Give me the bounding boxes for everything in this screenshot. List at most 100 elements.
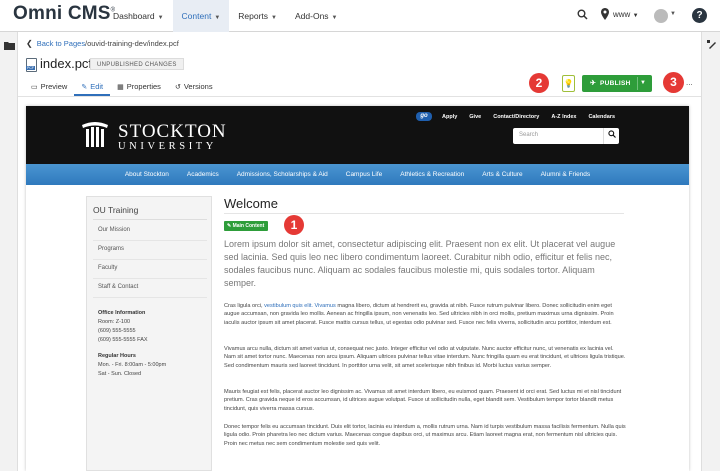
office-fax: (609) 555-5555 FAX <box>98 337 148 343</box>
top-navbar: Omni CMS® Dashboard ▼ Content ▼ Reports ▼ A… <box>0 0 720 32</box>
heading-divider <box>224 213 624 214</box>
chevron-down-icon: ▼ <box>214 15 221 21</box>
hours-title: Regular Hours <box>98 353 136 359</box>
chevron-left-icon: ❮ <box>26 39 33 48</box>
help-button[interactable]: ? <box>692 8 707 23</box>
site-selector[interactable]: www ▼ <box>613 10 639 19</box>
monitor-icon: ▭ <box>31 84 38 91</box>
callout-marker-2: 2 <box>529 73 549 93</box>
site-nav-alumni[interactable]: Alumni & Friends <box>541 171 591 178</box>
office-phone: (609) 555-5555 <box>98 328 136 334</box>
site-search-input[interactable]: Search <box>513 128 619 144</box>
publish-divider <box>637 77 638 90</box>
search-icon[interactable] <box>603 128 619 144</box>
paragraph-2: Vivamus arcu nulla, dictum sit amet vari… <box>224 346 626 369</box>
publish-label: PUBLISH <box>600 80 631 87</box>
site-main-nav: About Stockton Academics Admissions, Sch… <box>26 164 689 185</box>
nav-content[interactable]: Content ▼ <box>172 0 230 32</box>
sidebar-divider <box>93 219 207 220</box>
page-preview-frame: STOCKTON UNIVERSITY go Apply Give Contac… <box>26 106 689 471</box>
avatar[interactable] <box>654 9 668 23</box>
tab-edit[interactable]: ✎ Edit <box>74 80 111 96</box>
gadgets-icon[interactable] <box>705 40 719 54</box>
pcf-file-icon: PCF <box>26 58 37 72</box>
site-nav-campus-life[interactable]: Campus Life <box>346 171 383 178</box>
paragraph-3: Mauris feugiat est felis, placerat aucto… <box>224 389 622 412</box>
sidebar-item-programs[interactable]: Programs <box>98 246 124 252</box>
folder-icon[interactable] <box>2 40 16 54</box>
pencil-icon: ✎ <box>81 84 88 91</box>
location-pin-icon <box>601 8 609 23</box>
main-content-edit-button[interactable]: ✎ Main Content <box>224 221 269 231</box>
go-badge[interactable]: go <box>416 112 432 121</box>
site-nav-athletics[interactable]: Athletics & Recreation <box>400 171 464 178</box>
site-nav-arts[interactable]: Arts & Culture <box>482 171 522 178</box>
stockton-tree-icon <box>80 121 110 149</box>
paragraph-1: Cras ligula orci, vestibulum quis elit. … <box>224 303 614 326</box>
page-title: index.pcf <box>40 56 93 71</box>
sidebar-item-staff[interactable]: Staff & Contact <box>98 284 138 290</box>
history-icon: ↺ <box>174 84 181 91</box>
site-subname: UNIVERSITY <box>118 141 217 152</box>
util-link-az-index[interactable]: A-Z Index <box>551 114 576 120</box>
office-room: Room: Z-100 <box>98 319 131 325</box>
search-placeholder: Search <box>519 132 539 138</box>
tab-properties[interactable]: ▦ Properties <box>110 80 168 96</box>
nav-add-ons[interactable]: Add-Ons ▼ <box>286 0 347 32</box>
util-link-calendars[interactable]: Calendars <box>588 114 615 120</box>
site-nav-about[interactable]: About Stockton <box>125 171 169 178</box>
site-name: STOCKTON <box>118 121 227 142</box>
main-nav: Dashboard ▼ Content ▼ Reports ▼ Add-Ons ▼ <box>104 0 347 32</box>
site-header: STOCKTON UNIVERSITY go Apply Give Contac… <box>26 106 689 164</box>
more-options-button[interactable]: ... <box>686 78 693 87</box>
office-info-title: Office Information <box>98 310 146 316</box>
site-nav-admissions[interactable]: Admissions, Scholarships & Aid <box>237 171 328 178</box>
publish-plane-icon: ✈ <box>590 80 596 87</box>
page-tabs: ▭ Preview ✎ Edit ▦ Properties ↺ Versions <box>24 80 220 96</box>
hours-weekday: Mon. - Fri. 8:00am - 5:00pm <box>98 362 167 368</box>
hours-weekend: Sat - Sun. Closed <box>98 371 142 377</box>
lead-paragraph: Lorem ipsum dolor sit amet, consectetur … <box>224 239 616 288</box>
utility-nav: go Apply Give Contact/Directory A-Z Inde… <box>416 112 627 121</box>
util-link-apply[interactable]: Apply <box>442 114 457 120</box>
nav-dashboard[interactable]: Dashboard ▼ <box>104 0 173 32</box>
chevron-down-icon: ▼ <box>632 13 639 19</box>
paragraph-4: Donec tempor felis eu accumsan tincidunt… <box>224 424 626 447</box>
lightbulb-icon: 💡 <box>563 79 574 88</box>
sidebar-divider <box>93 240 207 241</box>
properties-icon: ▦ <box>117 84 124 91</box>
search-icon[interactable] <box>577 9 588 23</box>
chevron-down-icon: ▼ <box>271 15 277 21</box>
sidebar-title: OU Training <box>93 205 139 215</box>
tab-versions[interactable]: ↺ Versions <box>168 80 220 96</box>
util-link-contact[interactable]: Contact/Directory <box>493 114 539 120</box>
site-nav-academics[interactable]: Academics <box>187 171 219 178</box>
chevron-down-icon[interactable]: ▼ <box>670 11 676 17</box>
sidebar-divider <box>93 278 207 279</box>
paragraph-link[interactable]: vestibulum quis elit. Vivamus <box>264 303 336 309</box>
publish-button[interactable]: ✈ PUBLISH ▼ <box>582 75 652 92</box>
callout-marker-3: 3 <box>663 72 684 93</box>
content-heading: Welcome <box>224 196 278 211</box>
status-badge: UNPUBLISHED CHANGES <box>90 58 184 70</box>
sidebar-divider <box>93 259 207 260</box>
cms-window: Omni CMS® Dashboard ▼ Content ▼ Reports ▼ A… <box>0 0 720 471</box>
checkout-lock-button[interactable]: 💡 <box>562 75 575 92</box>
sidebar-item-faculty[interactable]: Faculty <box>98 265 117 271</box>
sidebar-divider <box>93 297 207 298</box>
file-path: /ouvid-training-dev/index.pcf <box>85 39 179 48</box>
section-sidebar: OU Training Our Mission Programs Faculty… <box>86 196 212 471</box>
back-to-pages-link[interactable]: Back to Pages <box>37 39 85 48</box>
tab-preview[interactable]: ▭ Preview <box>24 80 74 96</box>
nav-reports[interactable]: Reports ▼ <box>229 0 286 32</box>
chevron-down-icon[interactable]: ▼ <box>640 75 646 92</box>
left-rail <box>0 32 18 471</box>
sidebar-item-mission[interactable]: Our Mission <box>98 227 130 233</box>
chevron-down-icon: ▼ <box>331 15 338 21</box>
util-link-give[interactable]: Give <box>469 114 481 120</box>
file-type-label: PCF <box>26 66 35 70</box>
omni-cms-logo[interactable]: Omni CMS® <box>13 3 115 25</box>
chevron-down-icon: ▼ <box>157 15 164 21</box>
back-to-pages[interactable]: ❮ Back to Pages <box>26 39 85 48</box>
callout-marker-1: 1 <box>284 215 304 235</box>
